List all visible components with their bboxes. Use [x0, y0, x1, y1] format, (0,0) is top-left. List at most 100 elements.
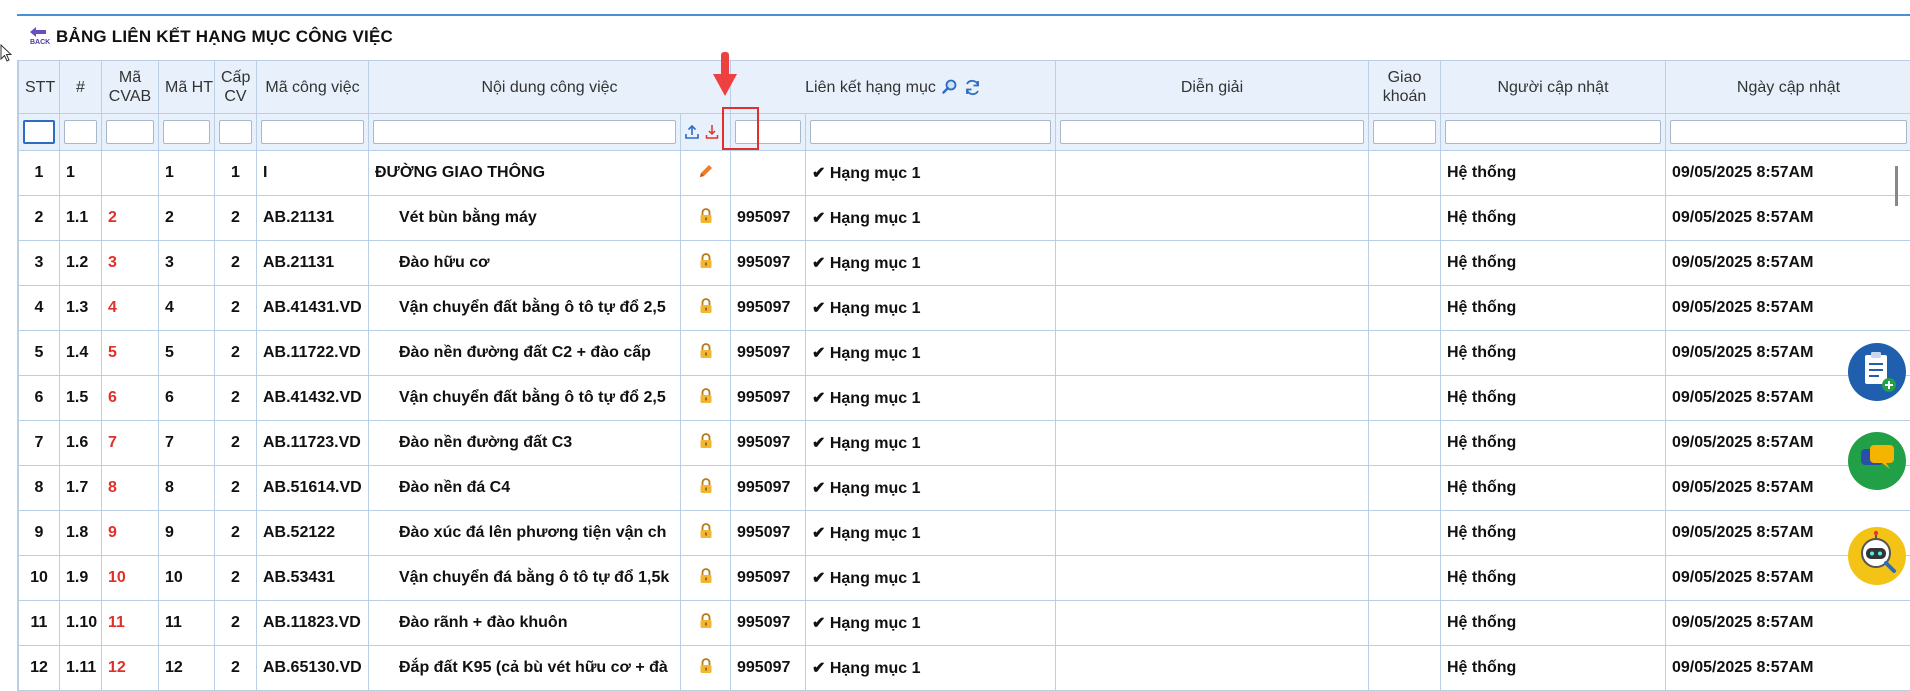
- cell-giao-khoan[interactable]: [1368, 555, 1441, 601]
- cell-ma-cvab[interactable]: 7: [101, 420, 159, 466]
- clipboard-add-button[interactable]: [1848, 343, 1906, 401]
- filter-ma-cong-viec-input[interactable]: [261, 120, 364, 144]
- table-row[interactable]: 1 1 1 1 I ĐƯỜNG GIAO THÔNG ✔ Hạng mục 1 Hệ thốn…: [18, 150, 1910, 196]
- cell-ma-cvab[interactable]: 3: [101, 240, 159, 286]
- table-row[interactable]: 6 1.5 6 6 2 AB.41432.VD Vận chuyển đất bằng ô …: [18, 375, 1910, 421]
- table-row[interactable]: 3 1.2 3 3 2 AB.21131 Đào hữu cơ 995097 ✔ Hạng mụ…: [18, 240, 1910, 286]
- table-row[interactable]: 2 1.1 2 2 2 AB.21131 Vét bùn bằng máy 995097 ✔ H…: [18, 195, 1910, 241]
- cell-status: [680, 465, 731, 511]
- filter-ngay-cap-nhat-input[interactable]: [1670, 120, 1907, 144]
- pencil-icon[interactable]: [698, 163, 714, 179]
- filter-dien-giai-input[interactable]: [1060, 120, 1364, 144]
- filter-nguoi-cap-nhat-input[interactable]: [1445, 120, 1661, 144]
- col-header-hash[interactable]: #: [59, 60, 102, 114]
- filter-stt-input[interactable]: [23, 120, 55, 144]
- cell-dien-giai[interactable]: [1055, 600, 1369, 646]
- cell-dien-giai[interactable]: [1055, 285, 1369, 331]
- cell-ma-cvab[interactable]: 9: [101, 510, 159, 556]
- table-row[interactable]: 8 1.7 8 8 2 AB.51614.VD Đào nền đá C4 995097 ✔ H…: [18, 465, 1910, 511]
- cell-dien-giai[interactable]: [1055, 555, 1369, 601]
- cell-ma-ht: 8: [158, 465, 215, 511]
- filter-ma-cvab-input[interactable]: [106, 120, 154, 144]
- col-header-lien-ket[interactable]: Liên kết hạng mục: [730, 60, 1056, 114]
- vertical-scrollbar[interactable]: [1895, 166, 1898, 206]
- col-header-cap-cv[interactable]: Cấp CV: [214, 60, 257, 114]
- cell-dien-giai[interactable]: [1055, 150, 1369, 196]
- cell-giao-khoan[interactable]: [1368, 420, 1441, 466]
- filter-giao-khoan-input[interactable]: [1373, 120, 1436, 144]
- table-row[interactable]: 12 1.11 12 12 2 AB.65130.VD Đắp đất K95 (cả bù…: [18, 645, 1910, 691]
- cell-giao-khoan[interactable]: [1368, 465, 1441, 511]
- cell-ma-cvab[interactable]: 6: [101, 375, 159, 421]
- cell-hang-muc[interactable]: ✔ Hạng mục 1: [805, 375, 1056, 421]
- col-header-nguoi-cap-nhat[interactable]: Người cập nhật: [1440, 60, 1666, 114]
- cell-giao-khoan[interactable]: [1368, 150, 1441, 196]
- table-row[interactable]: 9 1.8 9 9 2 AB.52122 Đào xúc đá lên phương tiệ…: [18, 510, 1910, 556]
- cell-giao-khoan[interactable]: [1368, 375, 1441, 421]
- cell-hang-muc[interactable]: ✔ Hạng mục 1: [805, 330, 1056, 376]
- cell-ma-cvab[interactable]: 4: [101, 285, 159, 331]
- col-header-ngay-cap-nhat[interactable]: Ngày cập nhật: [1665, 60, 1910, 114]
- col-header-giao-khoan-line2: khoán: [1382, 88, 1427, 105]
- cell-giao-khoan[interactable]: [1368, 645, 1441, 691]
- cell-ma-cvab[interactable]: 11: [101, 600, 159, 646]
- table-row[interactable]: 7 1.6 7 7 2 AB.11723.VD Đào nền đường đất C3 99…: [18, 420, 1910, 466]
- col-header-ma-ht[interactable]: Mã HT: [158, 60, 215, 114]
- table-row[interactable]: 4 1.3 4 4 2 AB.41431.VD Vận chuyển đất bằng ô …: [18, 285, 1910, 331]
- cell-giao-khoan[interactable]: [1368, 240, 1441, 286]
- cell-ma-cvab[interactable]: 5: [101, 330, 159, 376]
- cell-hang-muc[interactable]: ✔ Hạng mục 1: [805, 645, 1056, 691]
- cell-hang-muc[interactable]: ✔ Hạng mục 1: [805, 555, 1056, 601]
- refresh-icon[interactable]: [964, 79, 981, 96]
- cell-ma-cvab[interactable]: [101, 150, 159, 196]
- table-row[interactable]: 5 1.4 5 5 2 AB.11722.VD Đào nền đường đất C2 +…: [18, 330, 1910, 376]
- cell-dien-giai[interactable]: [1055, 510, 1369, 556]
- cell-hang-muc[interactable]: ✔ Hạng mục 1: [805, 600, 1056, 646]
- cell-hang-muc[interactable]: ✔ Hạng mục 1: [805, 510, 1056, 556]
- filter-hash-input[interactable]: [64, 120, 97, 144]
- search-icon[interactable]: [942, 79, 958, 95]
- cell-ma-cvab[interactable]: 2: [101, 195, 159, 241]
- cell-ma-cvab[interactable]: 8: [101, 465, 159, 511]
- cell-dien-giai[interactable]: [1055, 465, 1369, 511]
- back-arrow-icon[interactable]: BACK: [28, 25, 50, 49]
- filter-ma-ht-input[interactable]: [163, 120, 210, 144]
- table-row[interactable]: 10 1.9 10 10 2 AB.53431 Vận chuyển đá bằng ô t…: [18, 555, 1910, 601]
- filter-cap-cv-input[interactable]: [219, 120, 252, 144]
- cell-hang-muc[interactable]: ✔ Hạng mục 1: [805, 420, 1056, 466]
- lock-icon: [700, 252, 711, 268]
- cell-dien-giai[interactable]: [1055, 330, 1369, 376]
- filter-noi-dung-input[interactable]: [373, 120, 676, 144]
- cell-giao-khoan[interactable]: [1368, 195, 1441, 241]
- cell-dien-giai[interactable]: [1055, 420, 1369, 466]
- cell-cap-cv: 2: [214, 330, 257, 376]
- col-header-ma-cong-viec[interactable]: Mã công việc: [256, 60, 369, 114]
- table-row[interactable]: 11 1.10 11 11 2 AB.11823.VD Đào rãnh + đào khu…: [18, 600, 1910, 646]
- robot-assistant-button[interactable]: [1848, 527, 1906, 585]
- col-header-noi-dung[interactable]: Nội dung công việc: [368, 60, 731, 114]
- cell-ma-cvab[interactable]: 12: [101, 645, 159, 691]
- cell-hang-muc[interactable]: ✔ Hạng mục 1: [805, 465, 1056, 511]
- cell-ma-cvab[interactable]: 10: [101, 555, 159, 601]
- cell-hang-muc[interactable]: ✔ Hạng mục 1: [805, 150, 1056, 196]
- cell-nguoi-cap-nhat: Hệ thống: [1440, 555, 1666, 601]
- col-header-ma-cvab[interactable]: Mã CVAB: [101, 60, 159, 114]
- cell-dien-giai[interactable]: [1055, 375, 1369, 421]
- upload-icon[interactable]: [683, 123, 701, 141]
- chat-button[interactable]: [1848, 432, 1906, 490]
- cell-hang-muc[interactable]: ✔ Hạng mục 1: [805, 285, 1056, 331]
- cell-giao-khoan[interactable]: [1368, 510, 1441, 556]
- download-icon[interactable]: [705, 124, 719, 140]
- cell-hang-muc[interactable]: ✔ Hạng mục 1: [805, 195, 1056, 241]
- col-header-giao-khoan[interactable]: Giao khoán: [1368, 60, 1441, 114]
- cell-giao-khoan[interactable]: [1368, 285, 1441, 331]
- cell-giao-khoan[interactable]: [1368, 330, 1441, 376]
- cell-dien-giai[interactable]: [1055, 645, 1369, 691]
- col-header-stt[interactable]: STT: [18, 60, 60, 114]
- cell-dien-giai[interactable]: [1055, 240, 1369, 286]
- cell-giao-khoan[interactable]: [1368, 600, 1441, 646]
- cell-hang-muc[interactable]: ✔ Hạng mục 1: [805, 240, 1056, 286]
- filter-hang-muc-input[interactable]: [810, 120, 1051, 144]
- col-header-dien-giai[interactable]: Diễn giải: [1055, 60, 1369, 114]
- cell-dien-giai[interactable]: [1055, 195, 1369, 241]
